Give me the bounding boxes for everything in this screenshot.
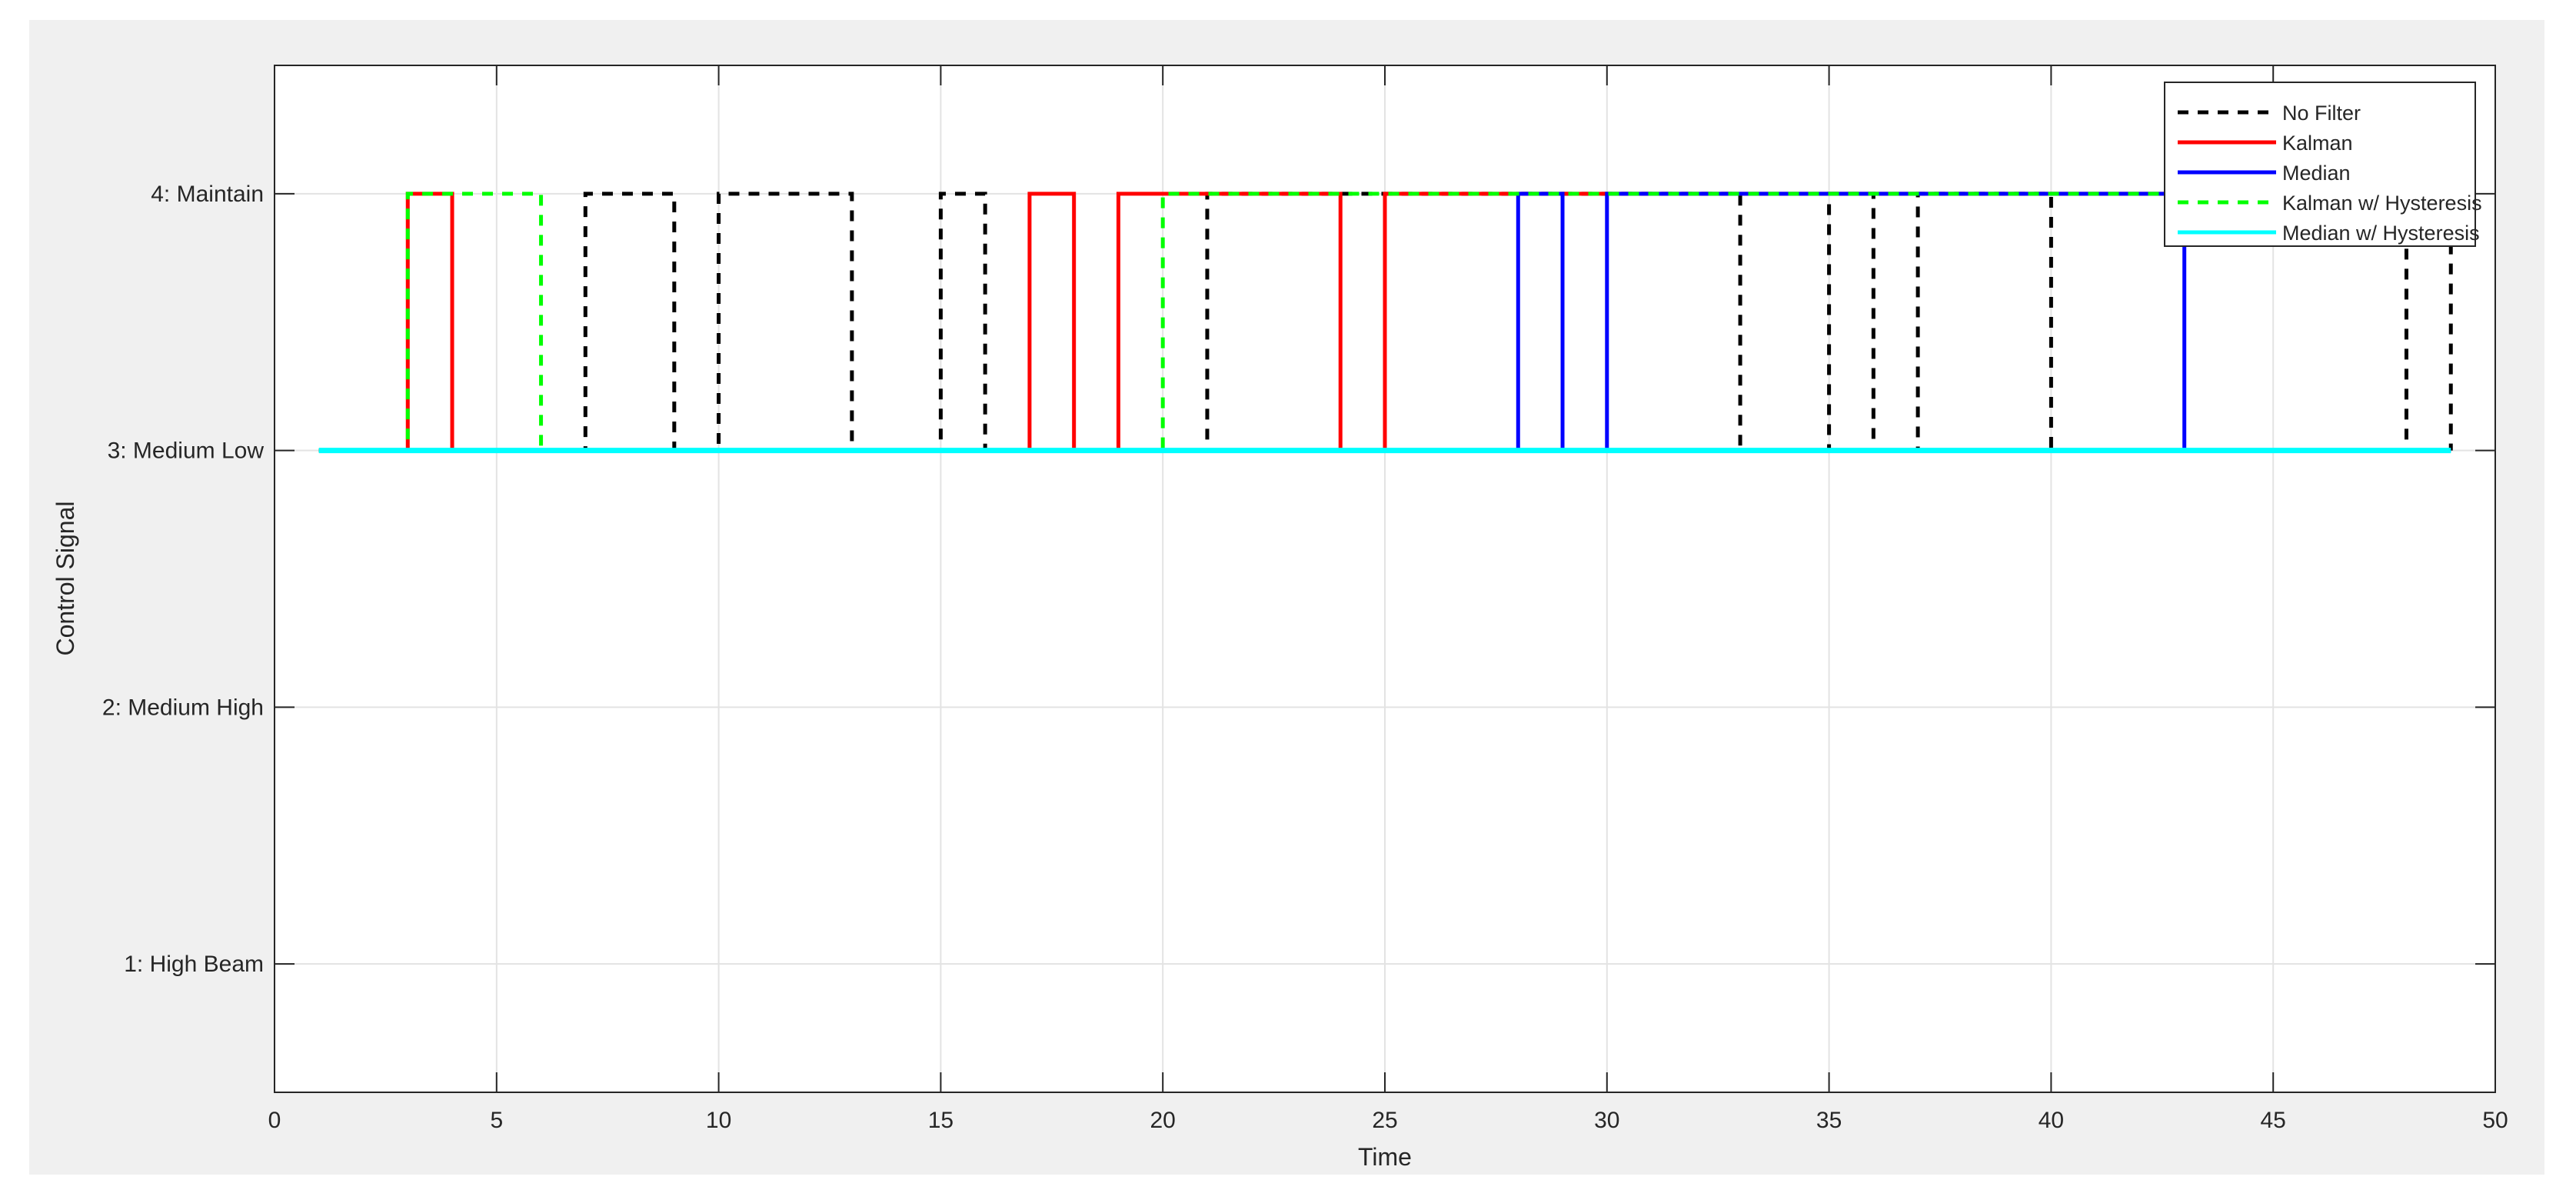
y-tick-label: 2: Medium High	[102, 695, 264, 720]
x-tick-label: 20	[1150, 1108, 1176, 1133]
y-tick-label: 1: High Beam	[124, 952, 264, 977]
x-tick-label: 35	[1816, 1108, 1842, 1133]
x-tick-label: 25	[1372, 1108, 1397, 1133]
legend-label: Kalman w/ Hysteresis	[2282, 192, 2482, 215]
x-tick-label: 40	[2039, 1108, 2064, 1133]
legend: No Filter Kalman Median Kalman w/ Hysteresi…	[2164, 82, 2482, 247]
x-tick-label: 15	[928, 1108, 954, 1133]
x-tick-label: 45	[2261, 1108, 2286, 1133]
x-tick-label: 5	[490, 1108, 503, 1133]
legend-label: No Filter	[2282, 102, 2361, 125]
control-signal-chart: 0 5 10 15 20 25 30 35 40 45 50 1: High Beam 2: Mediu…	[29, 20, 2544, 1175]
legend-label: Kalman	[2282, 132, 2353, 155]
x-axis-label: Time	[1358, 1143, 1412, 1171]
y-tick-label: 3: Medium Low	[108, 438, 265, 464]
x-tick-label: 0	[268, 1108, 281, 1133]
legend-label: Median w/ Hysteresis	[2282, 222, 2480, 245]
x-tick-label: 10	[706, 1108, 731, 1133]
legend-label: Median	[2282, 162, 2351, 185]
y-tick-label: 4: Maintain	[151, 182, 264, 207]
x-tick-label: 50	[2482, 1108, 2508, 1133]
y-axis-label: Control Signal	[52, 502, 79, 656]
x-tick-label: 30	[1594, 1108, 1619, 1133]
